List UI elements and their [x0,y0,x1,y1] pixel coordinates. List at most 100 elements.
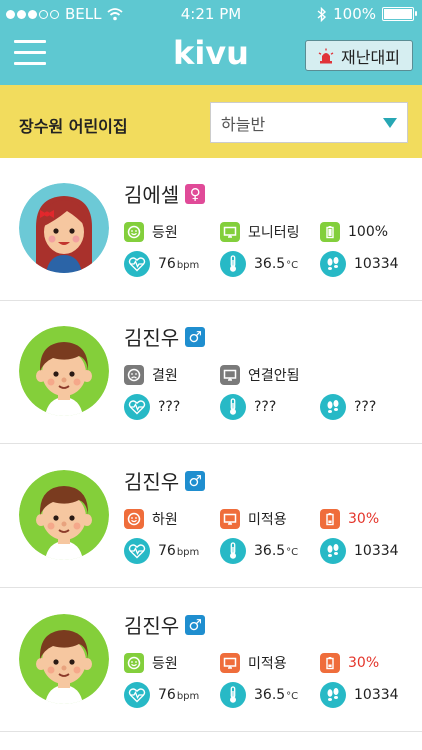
thermometer-icon [220,538,246,564]
heart-rate: 76bpm [124,250,199,278]
siren-icon [318,48,334,63]
attendance-label: 결원 [152,368,178,384]
attendance-status: 결원 [124,363,178,387]
steps-value: 10334 [354,687,399,703]
temperature-unit: °C [286,691,299,702]
school-name: 장수원 어린이집 [19,117,128,136]
heart-rate: 76bpm [124,681,199,709]
monitor-label: 모니터링 [248,225,300,241]
male-icon: ♂ [185,326,206,347]
heart-rate-unit: bpm [176,547,200,558]
monitor-label: 연결안됨 [248,368,300,384]
avatar [19,183,109,273]
heart-rate-unit: bpm [176,691,200,702]
child-name-row: 김에셀 ♀ [124,179,206,208]
temperature-unit: °C [286,260,299,271]
monitor-status: 모니터링 [220,220,300,244]
attendance-label: 등원 [152,225,178,241]
male-icon: ♂ [185,614,206,635]
status-right: 100% [317,5,417,23]
temperature: 36.5°C [220,250,298,278]
monitor-status: 연결안됨 [220,363,300,387]
heart-rate-value: 76 [158,543,176,559]
battery-status: 30% [320,507,379,531]
steps: 10334 [320,681,399,709]
child-name: 김진우 [124,326,180,350]
happy-face-icon [124,653,144,673]
app-header: BELL 4:21 PM 100% kivu 재난대피 [0,0,422,85]
monitor-icon [220,222,240,242]
temperature-unit: °C [286,547,299,558]
emergency-label: 재난대피 [341,47,400,67]
temperature-value: ??? [254,399,277,415]
monitor-status: 미적용 [220,651,287,675]
battery-icon [320,222,340,242]
attendance-status: 등원 [124,220,178,244]
child-card[interactable]: 김진우 ♂ 하원 미적용 30% 76bpm 36.5°C 10334 [0,445,422,588]
footsteps-icon [320,251,346,277]
battery-icon [320,653,340,673]
steps-value: 10334 [354,543,399,559]
dropdown-arrow-icon [383,118,397,128]
battery-status: 100% [320,220,388,244]
temperature: 36.5°C [220,537,298,565]
heart-rate-value: ??? [158,399,181,415]
battery-value: 30% [348,655,380,671]
child-name: 김에셀 [124,183,180,207]
monitor-icon [220,509,240,529]
footsteps-icon [320,682,346,708]
temperature-value: 36.5 [254,687,286,703]
heart-rate-icon [124,682,150,708]
monitor-icon [220,653,240,673]
footsteps-icon [320,538,346,564]
avatar [19,326,109,416]
battery-value: 100% [348,224,389,240]
steps: ??? [320,393,376,421]
child-card[interactable]: 김진우 ♂ 등원 미적용 30% 76bpm 36.5°C 10334 [0,589,422,732]
battery-icon [382,7,417,21]
happy-face-icon [124,509,144,529]
heart-rate-value: 76 [158,256,176,272]
heart-rate: ??? [124,393,180,421]
temperature: ??? [220,393,276,421]
battery-value: 30% [348,511,380,527]
class-select-value: 하늘반 [221,114,266,134]
monitor-icon [220,365,240,385]
thermometer-icon [220,682,246,708]
emergency-evacuation-button[interactable]: 재난대피 [305,40,413,71]
bluetooth-icon [317,6,327,22]
happy-face-icon [124,222,144,242]
steps: 10334 [320,537,399,565]
attendance-status: 하원 [124,507,178,531]
footsteps-icon [320,394,346,420]
female-icon: ♀ [185,183,206,204]
thermometer-icon [220,251,246,277]
heart-rate-icon [124,251,150,277]
avatar [19,614,109,704]
heart-rate-unit: bpm [176,260,200,271]
male-icon: ♂ [185,470,206,491]
class-select[interactable]: 하늘반 [210,102,408,143]
heart-rate: 76bpm [124,537,199,565]
child-card[interactable]: 김에셀 ♀ 등원 모니터링 100% 76bpm 36.5°C 10334 [0,158,422,301]
class-bar: 장수원 어린이집 하늘반 [0,85,422,158]
child-name-row: 김진우 ♂ [124,466,206,495]
steps: 10334 [320,250,399,278]
battery-status: 30% [320,651,379,675]
monitor-label: 미적용 [248,656,287,672]
steps-value: 10334 [354,256,399,272]
child-card[interactable]: 김진우 ♂ 결원 연결안됨 ??? ??? ??? [0,301,422,444]
thermometer-icon [220,394,246,420]
temperature-value: 36.5 [254,543,286,559]
status-bar: BELL 4:21 PM 100% [0,0,422,28]
battery-percent: 100% [333,5,376,23]
heart-rate-icon [124,538,150,564]
avatar [19,470,109,560]
heart-rate-value: 76 [158,687,176,703]
child-name: 김진우 [124,614,180,638]
child-name-row: 김진우 ♂ [124,610,206,639]
temperature: 36.5°C [220,681,298,709]
temperature-value: 36.5 [254,256,286,272]
heart-rate-icon [124,394,150,420]
monitor-label: 미적용 [248,512,287,528]
